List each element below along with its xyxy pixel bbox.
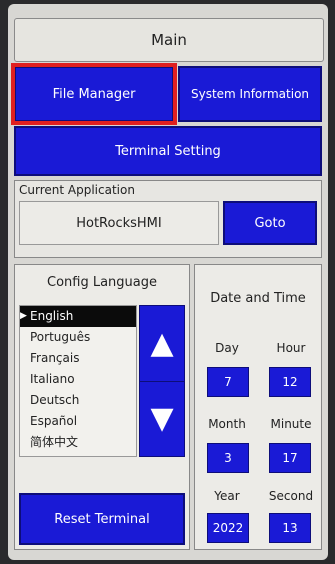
language-option-english[interactable]: English <box>20 306 136 327</box>
terminal-setting-button[interactable]: Terminal Setting <box>14 126 322 176</box>
month-field[interactable]: 3 <box>207 443 249 473</box>
file-manager-button[interactable]: File Manager <box>11 63 177 125</box>
language-scroll-column: ▲ ▼ <box>139 305 185 457</box>
date-time-title: Date and Time <box>210 291 306 306</box>
second-label: Second <box>268 489 314 503</box>
reset-terminal-button[interactable]: Reset Terminal <box>19 493 185 545</box>
language-list[interactable]: English Português Français Italiano Deut… <box>19 305 137 457</box>
current-application-group: Current Application HotRocksHMI Goto <box>14 180 322 258</box>
scroll-up-button[interactable]: ▲ <box>140 306 184 382</box>
date-time-panel: Date and Time Day Hour 7 12 Month Minute… <box>194 264 322 550</box>
hmi-screen: Main File Manager System Information Ter… <box>8 4 328 560</box>
language-option-chinese[interactable]: 简体中文 <box>20 432 136 453</box>
day-field[interactable]: 7 <box>207 367 249 397</box>
language-option-portugues[interactable]: Português <box>20 327 136 348</box>
scroll-down-button[interactable]: ▼ <box>140 381 184 456</box>
day-label: Day <box>215 341 239 355</box>
month-label: Month <box>208 417 246 431</box>
system-information-button[interactable]: System Information <box>178 66 322 122</box>
language-option-deutsch[interactable]: Deutsch <box>20 390 136 411</box>
language-option-francais[interactable]: Français <box>20 348 136 369</box>
config-language-title: Config Language <box>47 275 157 290</box>
language-option-espanol[interactable]: Español <box>20 411 136 432</box>
language-panel: Config Language English Português França… <box>14 264 190 550</box>
triangle-up-icon: ▲ <box>150 326 174 361</box>
triangle-down-icon: ▼ <box>150 401 174 436</box>
second-field[interactable]: 13 <box>269 513 311 543</box>
minute-label: Minute <box>270 417 312 431</box>
page-title: Main <box>14 18 324 62</box>
language-option-italiano[interactable]: Italiano <box>20 369 136 390</box>
application-name: HotRocksHMI <box>19 201 219 245</box>
goto-button[interactable]: Goto <box>223 201 317 245</box>
hour-field[interactable]: 12 <box>269 367 311 397</box>
year-field[interactable]: 2022 <box>207 513 249 543</box>
current-application-label: Current Application <box>19 183 135 197</box>
hour-label: Hour <box>276 341 306 355</box>
year-label: Year <box>214 489 240 503</box>
minute-field[interactable]: 17 <box>269 443 311 473</box>
